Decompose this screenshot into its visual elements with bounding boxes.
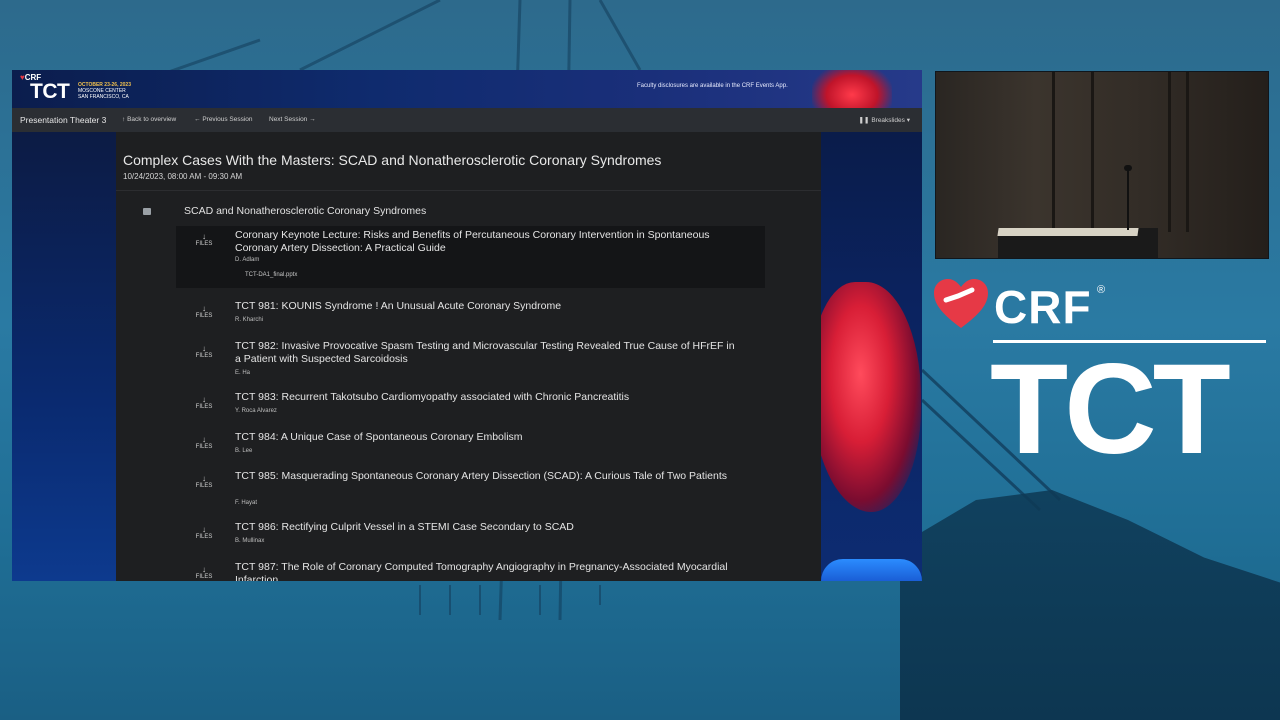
list-item[interactable]: ↓ FILES TCT 985: Masquerading Spontaneous… — [176, 468, 765, 512]
item-title[interactable]: TCT 987: The Role of Coronary Computed T… — [235, 561, 735, 581]
crf-logo-text: CRF — [994, 281, 1092, 333]
crf-heart-icon — [934, 279, 988, 328]
download-arrow-icon: ↓ — [202, 304, 206, 313]
item-title[interactable]: TCT 981: KOUNIS Syndrome ! An Unusual Ac… — [235, 300, 735, 313]
right-backdrop — [821, 132, 922, 581]
files-download-button[interactable]: ↓ FILES — [194, 435, 214, 450]
heart-illustration-icon — [821, 282, 921, 512]
caret-down-icon: ▾ — [906, 117, 910, 124]
item-author: B. Lee — [235, 448, 253, 454]
divider — [116, 190, 821, 191]
files-download-button[interactable]: ↓ FILES — [194, 344, 214, 359]
item-author: E. Ha — [235, 370, 251, 376]
files-download-button[interactable]: ↓ FILES — [194, 232, 214, 247]
item-author: F. Hayat — [235, 500, 258, 506]
event-info: OCTOBER 23-26, 2023 MOSCONE CENTER SAN F… — [78, 82, 131, 100]
item-title[interactable]: TCT 986: Rectifying Culprit Vessel in a … — [235, 521, 735, 534]
session-time: 10/24/2023, 08:00 AM - 09:30 AM — [123, 172, 243, 181]
podium-screen — [997, 228, 1139, 236]
hill-background — [900, 490, 1280, 720]
breakslides-dropdown[interactable]: ❚❚ Breakslides ▾ — [859, 116, 910, 124]
files-download-button[interactable]: ↓ FILES — [194, 565, 214, 580]
crf-logo: CRF ® — [932, 278, 1272, 338]
files-download-button[interactable]: ↓ FILES — [194, 474, 214, 489]
list-item[interactable]: ↓ FILES TCT 981: KOUNIS Syndrome ! An Unu… — [176, 298, 765, 328]
curtain-fold — [1186, 72, 1189, 232]
arrow-right-icon: → — [309, 116, 316, 123]
speaker-camera-feed — [935, 71, 1269, 259]
download-arrow-icon: ↓ — [202, 344, 206, 353]
list-item[interactable]: ↓ FILES TCT 982: Invasive Provocative Spa… — [176, 338, 765, 382]
download-arrow-icon: ↓ — [202, 565, 206, 574]
list-item[interactable]: ↓ FILES Coronary Keynote Lecture: Risks a… — [176, 226, 765, 288]
item-author: D. Adlam — [235, 257, 260, 263]
list-item[interactable]: ↓ FILES TCT 986: Rectifying Culprit Vesse… — [176, 519, 765, 549]
item-title[interactable]: TCT 984: A Unique Case of Spontaneous Co… — [235, 431, 735, 444]
download-arrow-icon: ↓ — [202, 525, 206, 534]
back-to-overview-link[interactable]: ↑ Back to overview — [122, 116, 176, 123]
collapse-icon[interactable] — [143, 208, 151, 215]
event-city: SAN FRANCISCO, CA — [78, 94, 129, 100]
item-title[interactable]: TCT 983: Recurrent Takotsubo Cardiomyopa… — [235, 391, 735, 404]
session-content[interactable]: Complex Cases With the Masters: SCAD and… — [116, 132, 821, 581]
arrow-up-icon: ↑ — [122, 116, 126, 123]
curtain-fold — [1168, 72, 1171, 232]
presentation-window: ♥CRF TCT OCTOBER 23-26, 2023 MOSCONE CEN… — [12, 70, 922, 581]
next-session-link[interactable]: Next Session → — [269, 116, 316, 123]
download-arrow-icon: ↓ — [202, 435, 206, 444]
tct-logo-text: TCT — [990, 338, 1231, 481]
download-arrow-icon: ↓ — [202, 232, 206, 241]
left-backdrop — [12, 132, 116, 581]
tct-logo-small: TCT — [30, 80, 70, 103]
list-item[interactable]: ↓ FILES TCT 984: A Unique Case of Spontan… — [176, 429, 765, 459]
disclosure-text: Faculty disclosures are available in the… — [637, 83, 788, 89]
curtain-fold — [1091, 72, 1094, 232]
item-author: R. Kharchi — [235, 317, 264, 323]
group-title: SCAD and Nonatherosclerotic Coronary Syn… — [184, 205, 427, 217]
files-download-button[interactable]: ↓ FILES — [194, 395, 214, 410]
files-download-button[interactable]: ↓ FILES — [194, 525, 214, 540]
list-item[interactable]: ↓ FILES TCT 983: Recurrent Takotsubo Card… — [176, 389, 765, 419]
microphone-icon — [1127, 168, 1129, 230]
curtain-fold — [1052, 72, 1055, 232]
event-banner: ♥CRF TCT OCTOBER 23-26, 2023 MOSCONE CEN… — [12, 70, 922, 108]
item-title[interactable]: TCT 985: Masquerading Spontaneous Corona… — [235, 470, 735, 483]
pause-icon: ❚❚ — [858, 117, 870, 124]
registered-mark: ® — [1097, 284, 1106, 296]
previous-session-link[interactable]: ← Previous Session — [194, 116, 253, 123]
arrow-left-icon: ← — [194, 116, 201, 123]
download-arrow-icon: ↓ — [202, 395, 206, 404]
files-download-button[interactable]: ↓ FILES — [194, 304, 214, 319]
attachment-link[interactable]: TCT-DA1_final.pptx — [245, 272, 297, 278]
download-arrow-icon: ↓ — [202, 474, 206, 483]
list-item[interactable]: ↓ FILES TCT 987: The Role of Coronary Com… — [176, 559, 765, 581]
theater-name: Presentation Theater 3 — [20, 115, 107, 125]
heart-graphic-icon — [812, 70, 892, 108]
item-author: Y. Roca Alvarez — [235, 408, 277, 414]
navbar: Presentation Theater 3 ↑ Back to overvie… — [12, 108, 922, 132]
item-author: B. Mullinax — [235, 538, 265, 544]
session-title: Complex Cases With the Masters: SCAD and… — [123, 152, 662, 168]
wave-decoration — [821, 559, 922, 581]
item-title[interactable]: TCT 982: Invasive Provocative Spasm Test… — [235, 340, 735, 366]
microphone-head — [1124, 165, 1132, 171]
item-title[interactable]: Coronary Keynote Lecture: Risks and Bene… — [235, 229, 735, 255]
